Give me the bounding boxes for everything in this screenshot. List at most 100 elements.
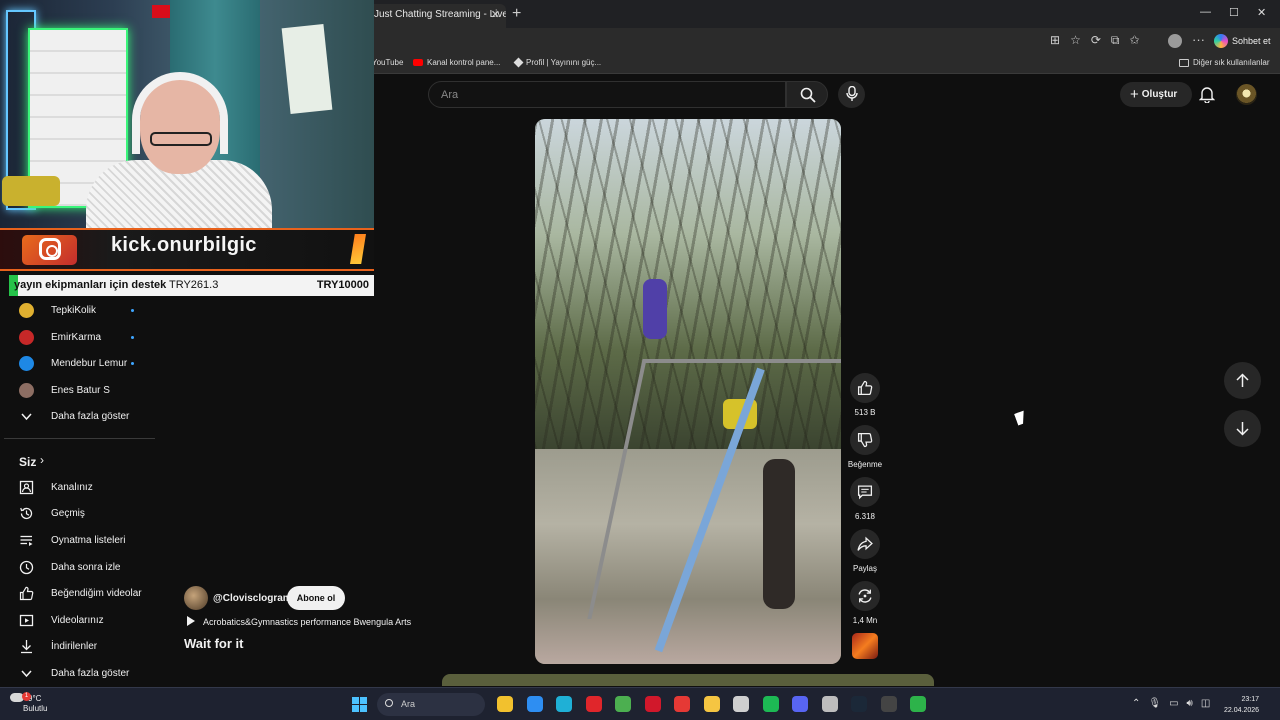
opera-icon[interactable] <box>585 696 602 712</box>
close-window-button[interactable]: ✕ <box>1257 6 1266 19</box>
sidebar-item-your-videos[interactable]: Videolarınız <box>0 608 155 634</box>
search-input[interactable]: Ara <box>428 81 786 108</box>
bookmark-label: YouTube <box>372 58 404 67</box>
time: 23:17 <box>1241 696 1260 703</box>
live-indicator-dot <box>131 336 134 339</box>
sound-thumbnail[interactable] <box>852 633 878 659</box>
file-explorer-icon[interactable] <box>497 696 513 712</box>
sidebar-item-label: EmirKarma <box>51 332 102 343</box>
show-more-subscriptions[interactable]: Daha fazla göster <box>0 404 155 430</box>
store-icon[interactable] <box>526 696 543 712</box>
obs-icon[interactable] <box>880 696 897 712</box>
next-short-preview[interactable] <box>442 674 934 686</box>
like-button[interactable] <box>850 373 880 403</box>
sidebar-item-label: Oynatma listeleri <box>51 535 126 546</box>
split-screen-icon[interactable]: ⧉ <box>1111 33 1120 48</box>
microphone-icon[interactable]: 🎙︎ <box>1148 698 1161 709</box>
chevron-up-icon[interactable]: ⌃ <box>1132 698 1140 709</box>
sidebar-item-playlists[interactable]: Oynatma listeleri <box>0 528 155 554</box>
bookmark-profile[interactable]: Profil | Yayınını güç... <box>513 57 601 68</box>
minimize-button[interactable]: — <box>1200 6 1211 18</box>
tab-title: Just Chatting Streaming - Live Stre <box>374 9 506 20</box>
create-label: Oluştur <box>1141 89 1178 100</box>
notifications-bell-icon[interactable] <box>1199 86 1215 103</box>
show-more-you[interactable]: Daha fazla göster <box>0 661 155 687</box>
share-action[interactable]: Paylaş <box>843 529 887 573</box>
more-options-icon[interactable]: ··· <box>1192 32 1205 47</box>
thumbs-down-icon <box>857 432 873 448</box>
search-button[interactable] <box>786 81 828 108</box>
copilot-icon <box>1214 34 1228 48</box>
chrome-icon[interactable] <box>615 696 631 712</box>
you-section-title[interactable]: Siz <box>19 455 36 469</box>
apps-icon[interactable] <box>733 696 749 712</box>
settings-icon[interactable] <box>821 696 838 712</box>
windows-start-icon[interactable] <box>352 697 367 712</box>
next-short-button[interactable] <box>1224 410 1261 447</box>
chat-icon[interactable]: ◫ <box>1201 698 1210 709</box>
comments-action[interactable]: 6.318 <box>843 477 887 521</box>
weather-widget[interactable]: 1 9°C Bulutlu <box>10 692 47 714</box>
channel-icon <box>19 480 34 495</box>
chevron-right-icon[interactable]: › <box>40 453 44 467</box>
new-tab-button[interactable]: + <box>512 5 521 23</box>
bookmark-channel-panel[interactable]: Kanal kontrol pane... <box>413 58 500 67</box>
create-button[interactable]: + Oluştur <box>1120 82 1192 107</box>
browser-profile-icon[interactable] <box>1168 34 1182 48</box>
channel-avatar[interactable] <box>184 586 208 610</box>
sidebar-item-history[interactable]: Geçmiş <box>0 501 155 527</box>
sidebar-item-liked-videos[interactable]: Beğendiğim videolar <box>0 581 155 607</box>
dislike-button[interactable] <box>850 425 880 455</box>
sidebar-item-mendebur-lemur[interactable]: Mendebur Lemur <box>0 351 155 377</box>
sidebar-item-enes-batur[interactable]: Enes Batur S <box>0 378 155 404</box>
other-bookmarks[interactable]: Diğer sık kullanılanlar <box>1179 58 1269 67</box>
webcam-flag <box>152 5 172 18</box>
share-button[interactable] <box>850 529 880 559</box>
favorites-icon[interactable]: ✩ <box>1129 33 1139 48</box>
kick-banner: kick.onurbilgic <box>0 228 374 271</box>
discord-icon[interactable] <box>792 696 808 712</box>
favorite-star-icon[interactable]: ☆ <box>1070 33 1081 48</box>
voice-search-button[interactable] <box>838 81 865 108</box>
short-video-player[interactable] <box>535 119 841 664</box>
channel-handle[interactable]: @Clovisclogram <box>213 593 292 604</box>
live-indicator-dot <box>131 362 134 365</box>
like-action[interactable]: 513 B <box>843 373 887 417</box>
sidebar-item-emirkarma[interactable]: EmirKarma <box>0 325 155 351</box>
browser-tab[interactable]: Just Chatting Streaming - Live Stre ✕ <box>368 4 506 28</box>
webcam-toy-car <box>2 176 60 206</box>
dislike-label: Beğenme <box>847 460 883 469</box>
spotify-icon[interactable] <box>762 696 779 712</box>
folder-icon[interactable] <box>703 696 720 712</box>
yandex-icon[interactable] <box>674 696 690 712</box>
sound-link[interactable]: Acrobatics&Gymnastics performance Bwengu… <box>184 616 411 627</box>
terminal-icon[interactable] <box>910 696 926 712</box>
banner-accent <box>350 234 366 264</box>
sidebar-item-your-channel[interactable]: Kanalınız <box>0 475 155 501</box>
sidebar-item-tepkikolik[interactable]: TepkiKolik <box>0 298 155 324</box>
remix-action[interactable]: 1,4 Mn <box>843 581 887 625</box>
subscribe-button[interactable]: Abone ol <box>287 586 345 610</box>
previous-short-button[interactable] <box>1224 362 1261 399</box>
copilot-button[interactable]: Sohbet et <box>1214 33 1271 49</box>
clock[interactable]: 23:17 22.04.2026 <box>1224 694 1259 716</box>
volume-icon[interactable]: 🔊︎ <box>1187 698 1193 709</box>
comments-button[interactable] <box>850 477 880 507</box>
account-avatar[interactable] <box>1236 84 1257 105</box>
network-icon[interactable]: ▭ <box>1169 698 1178 709</box>
dislike-action[interactable]: Beğenme <box>843 425 887 469</box>
extensions-icon[interactable]: ⟳ <box>1091 33 1101 48</box>
opera-gx-icon[interactable] <box>644 696 661 712</box>
bookmark-youtube[interactable]: YouTube <box>372 58 403 67</box>
comment-icon <box>857 485 873 500</box>
taskbar-search[interactable]: Ara <box>377 693 485 716</box>
steam-icon[interactable] <box>851 696 867 712</box>
apps-icon[interactable]: ⊞ <box>1050 33 1060 48</box>
sidebar-item-label: Mendebur Lemur <box>51 358 128 369</box>
sidebar-item-downloads[interactable]: İndirilenler <box>0 634 155 660</box>
maximize-button[interactable]: ☐ <box>1229 6 1239 19</box>
sidebar-item-watch-later[interactable]: Daha sonra izle <box>0 555 155 581</box>
remix-button[interactable] <box>850 581 880 611</box>
edge-icon[interactable] <box>556 696 572 712</box>
tab-close-icon[interactable]: ✕ <box>491 4 500 26</box>
